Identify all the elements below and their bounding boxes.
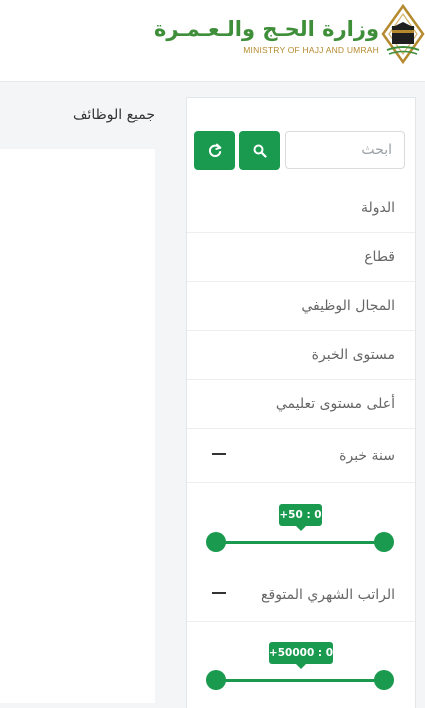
refresh-icon <box>208 143 221 157</box>
collapse-minus-icon[interactable] <box>212 592 226 594</box>
filter-education-level[interactable]: أعلى مستوى تعليمي <box>187 380 415 429</box>
filter-expected-salary[interactable]: الراتب الشهري المتوقع <box>187 568 415 622</box>
logo-english-text: MINISTRY OF HAJJ AND UMRAH <box>243 45 379 55</box>
jobs-list-gap <box>0 132 155 149</box>
filter-label: مستوى الخبرة <box>311 347 395 363</box>
salary-range-badge: +50000 : 0 <box>269 642 333 669</box>
search-button[interactable] <box>239 131 280 170</box>
salary-slider-track[interactable] <box>216 679 386 682</box>
experience-range-badge: +50 : 0 <box>279 504 322 531</box>
kaaba-emblem-icon <box>381 4 425 65</box>
filter-sector[interactable]: قطاع <box>187 233 415 282</box>
filter-years-experience[interactable]: سنة خبرة <box>187 429 415 483</box>
filter-job-field[interactable]: المجال الوظيفي <box>187 282 415 331</box>
all-jobs-heading: جميع الوظائف <box>72 107 155 123</box>
logo-arabic-text: وزارة الحـج والـعـمـرة <box>153 17 379 41</box>
filter-experience-level[interactable]: مستوى الخبرة <box>187 331 415 380</box>
ministry-logo[interactable]: وزارة الحـج والـعـمـرة MINISTRY OF HAJJ … <box>154 14 379 55</box>
filter-label: قطاع <box>364 249 395 265</box>
filter-label: الدولة <box>360 200 395 216</box>
experience-min-handle[interactable] <box>206 532 226 552</box>
filter-label: سنة خبرة <box>339 447 395 464</box>
experience-range-slider[interactable]: +50 : 0 <box>187 503 415 563</box>
salary-range-slider[interactable]: +50000 : 0 <box>187 641 415 701</box>
salary-min-handle[interactable] <box>206 670 226 690</box>
experience-max-handle[interactable] <box>374 532 394 552</box>
filter-label: أعلى مستوى تعليمي <box>275 396 395 412</box>
filter-country[interactable]: الدولة <box>187 184 415 233</box>
reset-button[interactable] <box>194 131 235 170</box>
site-header: وزارة الحـج والـعـمـرة MINISTRY OF HAJJ … <box>0 0 425 82</box>
jobs-list-panel <box>0 132 155 703</box>
search-icon <box>253 144 267 158</box>
search-input[interactable] <box>285 131 405 169</box>
filters-sidebar: الدولة قطاع المجال الوظيفي مستوى الخبرة … <box>186 97 416 708</box>
collapse-minus-icon[interactable] <box>212 453 226 455</box>
experience-slider-track[interactable] <box>216 541 386 544</box>
filter-label: الراتب الشهري المتوقع <box>261 586 395 603</box>
filter-label: المجال الوظيفي <box>301 298 395 314</box>
salary-max-handle[interactable] <box>374 670 394 690</box>
